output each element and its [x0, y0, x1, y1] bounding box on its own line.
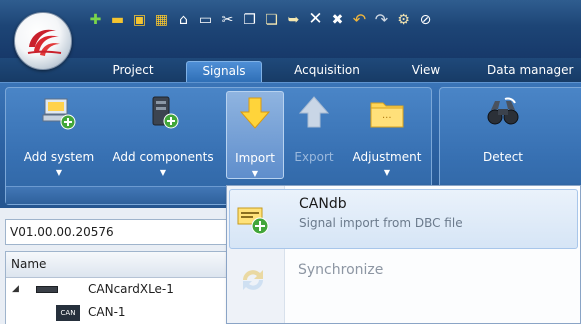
expand-icon[interactable]: ◢ [12, 278, 19, 301]
redo-icon[interactable]: ↷ [372, 10, 391, 29]
tab-view[interactable]: View [404, 61, 448, 82]
delete-icon[interactable]: ✕ [306, 10, 325, 29]
print-icon[interactable]: ▭ [196, 10, 215, 29]
application-button[interactable] [14, 12, 72, 70]
can-icon: CAN [56, 305, 80, 321]
add-system-icon [41, 95, 77, 131]
stop-icon[interactable]: ⊘ [416, 10, 435, 29]
add-components-button[interactable]: Add components ▼ [104, 91, 222, 179]
tab-data-manager[interactable]: Data manager [481, 61, 581, 82]
card-icon [36, 286, 58, 293]
chevron-down-icon: ▼ [383, 168, 391, 177]
synchronize-icon [235, 262, 271, 298]
export-icon [296, 95, 332, 131]
menu-item-title: Synchronize [298, 262, 384, 278]
detect-icon [485, 95, 521, 131]
import-dropdown-menu: CANdb Signal import from DBC file Synchr… [226, 185, 581, 324]
chevron-down-icon: ▼ [55, 168, 63, 177]
tree-item-label: CANcardXLe-1 [88, 282, 174, 296]
auto-icon[interactable]: ⌂ [174, 10, 193, 29]
column-header-name[interactable]: Name [6, 252, 228, 278]
add-components-icon [145, 95, 181, 131]
export-label: Export [294, 150, 334, 164]
save-icon[interactable]: ▣ [130, 10, 149, 29]
svg-text:···: ··· [382, 113, 392, 124]
version-field: V01.00.00.20576 [5, 219, 229, 245]
import-icon [237, 96, 273, 132]
paste-icon[interactable]: ❏ [262, 10, 281, 29]
menu-item-candb[interactable]: CANdb Signal import from DBC file [229, 189, 578, 249]
tree-row-can1[interactable]: CAN CAN-1 [6, 301, 228, 324]
add-system-button[interactable]: Add system ▼ [14, 91, 104, 179]
tab-acquisition[interactable]: Acquisition [283, 61, 371, 82]
undo-icon[interactable]: ↶ [350, 10, 369, 29]
project-tree: Name ◢ CANcardXLe-1 CAN CAN-1 [5, 251, 229, 324]
tab-project[interactable]: Project [100, 61, 166, 82]
adjustment-label: Adjustment [352, 150, 422, 164]
import-button[interactable]: Import ▼ [226, 91, 284, 179]
paste-special-icon[interactable]: ➥ [284, 10, 303, 29]
adjustment-button[interactable]: ··· Adjustment ▼ [344, 91, 430, 179]
candb-import-icon [236, 202, 272, 238]
cut-icon[interactable]: ✂ [218, 10, 237, 29]
open-folder-icon[interactable]: ▬ [108, 10, 127, 29]
title-bar: ✚ ▬ ▣ ▦ ⌂ ▭ ✂ ❐ ❏ ➥ ✕ ✖ ↶ ↷ ⚙ ⊘ [0, 0, 581, 58]
add-system-label: Add system [23, 150, 95, 164]
chevron-down-icon: ▼ [159, 168, 167, 177]
menu-item-subtitle: Signal import from DBC file [299, 216, 463, 230]
adjustment-icon: ··· [369, 95, 405, 131]
menu-item-synchronize[interactable]: Synchronize [229, 256, 578, 306]
add-components-label: Add components [112, 150, 214, 164]
copy-icon[interactable]: ❐ [240, 10, 259, 29]
tab-signals[interactable]: Signals [186, 61, 262, 82]
detect-button[interactable]: Detect [468, 91, 538, 179]
new-signal-icon[interactable]: ✚ [86, 10, 105, 29]
quick-access-toolbar: ✚ ▬ ▣ ▦ ⌂ ▭ ✂ ❐ ❏ ➥ ✕ ✖ ↶ ↷ ⚙ ⊘ [86, 10, 435, 29]
import-label: Import [235, 151, 275, 165]
chevron-down-icon: ▼ [251, 169, 259, 178]
tree-row-cancard[interactable]: ◢ CANcardXLe-1 [6, 278, 228, 301]
export-button[interactable]: Export [288, 91, 340, 179]
menu-item-title: CANdb [299, 196, 347, 212]
delete-all-icon[interactable]: ✖ [328, 10, 347, 29]
save-all-icon[interactable]: ▦ [152, 10, 171, 29]
app-logo-icon [27, 29, 62, 56]
tree-item-label: CAN-1 [88, 305, 126, 319]
settings-icon[interactable]: ⚙ [394, 10, 413, 29]
detect-label: Detect [482, 150, 523, 164]
ribbon-tabs: Project Signals Acquisition View Data ma… [0, 58, 581, 82]
